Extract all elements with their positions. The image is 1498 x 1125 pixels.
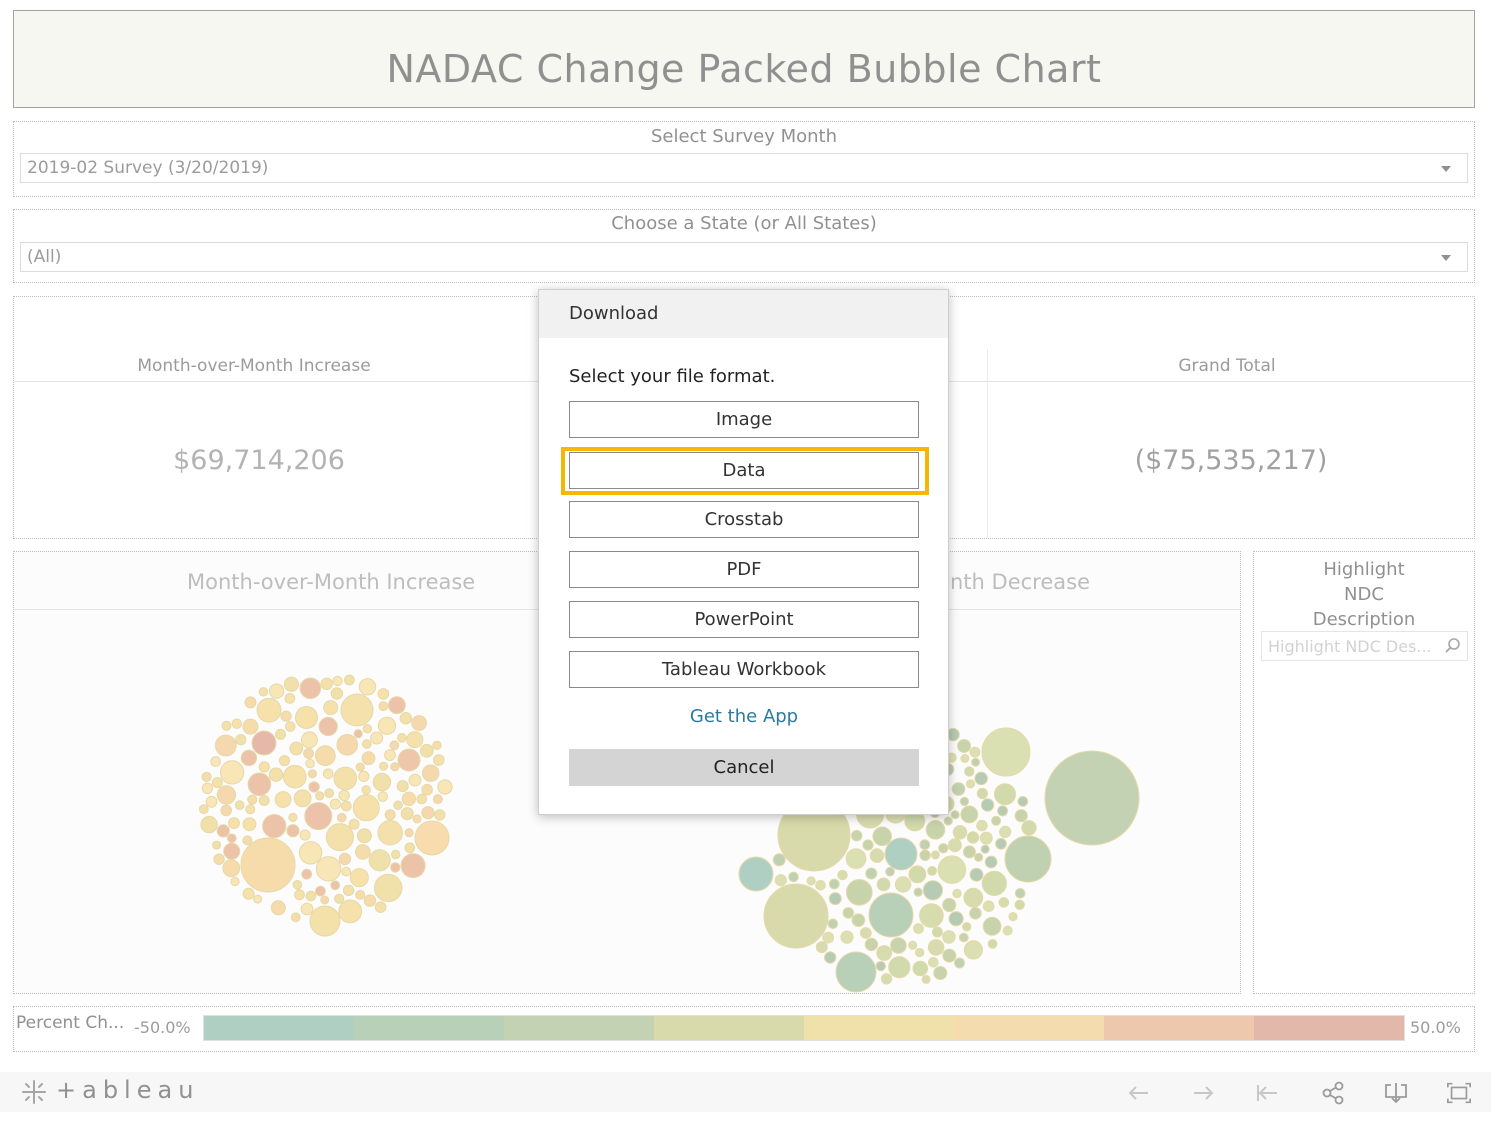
data-button[interactable]: Data xyxy=(569,452,919,489)
dialog-header: Download xyxy=(539,290,948,338)
dialog-title: Download xyxy=(569,303,659,324)
pdf-button[interactable]: PDF xyxy=(569,551,919,588)
crosstab-button[interactable]: Crosstab xyxy=(569,501,919,538)
cancel-button[interactable]: Cancel xyxy=(569,749,919,786)
download-dialog: Download Select your file format. Image … xyxy=(538,289,949,815)
dialog-prompt: Select your file format. xyxy=(569,366,776,387)
image-button[interactable]: Image xyxy=(569,401,919,438)
tableau-workbook-button[interactable]: Tableau Workbook xyxy=(569,651,919,688)
powerpoint-button[interactable]: PowerPoint xyxy=(569,601,919,638)
get-the-app-link[interactable]: Get the App xyxy=(569,706,919,727)
